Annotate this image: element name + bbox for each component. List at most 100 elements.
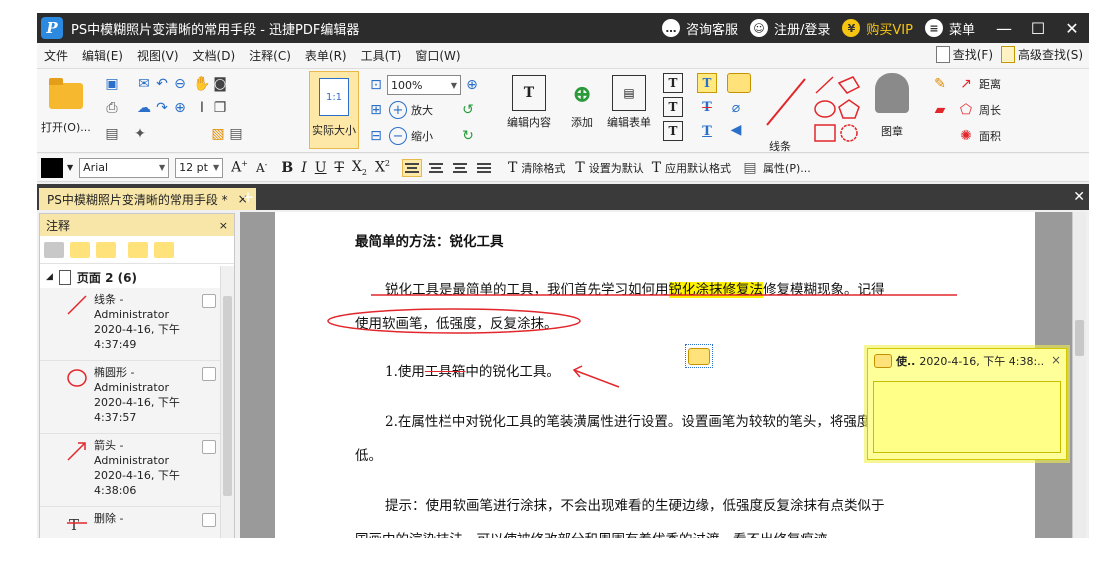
grow-font-icon[interactable]: A+ [231, 159, 248, 176]
text-color-swatch[interactable] [41, 157, 63, 178]
select-text-icon[interactable]: Ⅰ [193, 99, 211, 117]
list-item[interactable]: 椭圆形 - Administrator 2020-4-16, 下午 4:37:5… [40, 361, 220, 434]
menu-file[interactable]: 文件 [37, 47, 75, 64]
close-note-icon[interactable]: × [1051, 353, 1061, 367]
zoom-tool-icon[interactable]: ⊕ [463, 76, 481, 94]
annotation-checkbox[interactable] [202, 513, 216, 527]
undo-icon[interactable]: ↶ [153, 75, 171, 93]
italic-icon[interactable]: I [301, 160, 307, 176]
subscript-icon[interactable]: X2 [352, 159, 367, 177]
properties-button[interactable]: 属性(P)... [763, 160, 811, 176]
doc-props-icon[interactable]: ▤ [227, 125, 245, 143]
maximize-button[interactable]: ☐ [1021, 13, 1055, 43]
stamp-button[interactable]: 图章 [875, 73, 909, 139]
list-item[interactable]: 箭头 - Administrator 2020-4-16, 下午 4:38:06 [40, 434, 220, 507]
cloud-icon[interactable]: ☁ [135, 99, 153, 117]
zoom-level-select[interactable]: 100% ▼ [387, 75, 461, 95]
rectangle-cloud-icons[interactable] [813, 121, 863, 145]
align-justify-icon[interactable] [474, 159, 494, 177]
main-menu-button[interactable]: ≡ 菜单 [924, 19, 975, 38]
arrow-polyline-icons[interactable] [813, 73, 863, 97]
note-next-icon[interactable] [70, 241, 90, 258]
actual-size-button[interactable]: 1:1 实际大小 [309, 71, 359, 149]
color-dropdown-icon[interactable]: ▼ [67, 163, 73, 172]
snapshot-icon[interactable]: ▧ [209, 125, 227, 143]
strike-icon[interactable]: T [335, 160, 344, 176]
document-tab[interactable]: PS中模糊照片变清晰的常用手段 * × [39, 188, 256, 210]
document-scrollbar[interactable] [1072, 212, 1086, 538]
apply-default-icon[interactable]: T [652, 160, 661, 176]
back-icon[interactable]: ⊖ [171, 75, 189, 93]
export-icon[interactable]: ▤ [103, 125, 121, 143]
close-panel-icon[interactable]: × [219, 219, 228, 232]
pencil-icon[interactable]: ✎ [931, 75, 949, 93]
zoom-in-label[interactable]: 放大 [411, 102, 433, 118]
distance-button[interactable]: ↗ 距离 [957, 75, 1001, 93]
mail-icon[interactable]: ✉ [135, 75, 153, 93]
highlight-text-icon[interactable]: T [697, 73, 717, 93]
underline-text-icon[interactable]: T [697, 121, 717, 141]
set-default-icon[interactable]: T [575, 160, 584, 176]
ellipse-annotation[interactable] [327, 308, 581, 334]
annotation-checkbox[interactable] [202, 440, 216, 454]
font-family-select[interactable]: Arial ▼ [79, 157, 170, 178]
superscript-icon[interactable]: X2 [375, 159, 390, 176]
save-icon[interactable]: ▣ [103, 75, 121, 93]
camera-icon[interactable]: ◙ [211, 75, 229, 93]
minimize-button[interactable]: — [987, 13, 1021, 43]
close-window-button[interactable]: ✕ [1055, 13, 1089, 43]
sticky-note-icon[interactable] [727, 73, 751, 93]
underline-icon[interactable]: U [315, 160, 327, 176]
collapse-icon[interactable]: ◢ [46, 272, 53, 282]
align-right-icon[interactable] [450, 159, 470, 177]
shrink-font-icon[interactable]: A- [256, 160, 267, 175]
annotation-checkbox[interactable] [202, 294, 216, 308]
support-button[interactable]: … 咨询客服 [662, 19, 738, 38]
new-tab-icon[interactable]: + [240, 189, 256, 205]
annotations-scrollbar[interactable] [220, 266, 234, 538]
zoom-in-icon[interactable]: + [389, 101, 407, 119]
align-center-icon[interactable] [426, 159, 446, 177]
set-default-button[interactable]: 设置为默认 [589, 160, 644, 176]
open-button[interactable]: 打开(O)... [41, 78, 91, 135]
list-item[interactable]: 线条 - Administrator 2020-4-16, 下午 4:37:49 [40, 288, 220, 361]
page-group[interactable]: ◢ 页面 2 (6) [40, 266, 220, 288]
annotation-checkbox[interactable] [202, 367, 216, 381]
note-popup[interactable]: 使.. 2020-4-16, 下午 4:38:.. × [867, 348, 1067, 460]
menu-view[interactable]: 视图(V) [130, 47, 186, 64]
strikethrough-icon[interactable]: T [697, 97, 717, 117]
menu-window[interactable]: 窗口(W) [408, 47, 467, 64]
menu-tools[interactable]: 工具(T) [354, 47, 409, 64]
print-icon[interactable]: ⎙ [103, 99, 121, 117]
new-doc-icon[interactable]: ✦ [131, 125, 149, 143]
perimeter-button[interactable]: ⬠ 周长 [957, 101, 1001, 119]
note-text-area[interactable] [873, 381, 1061, 453]
sound-icon[interactable]: ◀ [727, 121, 745, 139]
menu-form[interactable]: 表单(R) [298, 47, 354, 64]
filter-icon[interactable] [154, 241, 174, 258]
login-button[interactable]: ☺ 注册/登录 [750, 19, 830, 38]
arrow-annotation[interactable] [573, 369, 620, 388]
redo-icon[interactable]: ↷ [153, 99, 171, 117]
menu-edit[interactable]: 编辑(E) [75, 47, 130, 64]
find-button[interactable]: 查找(F) [935, 46, 993, 63]
list-item[interactable]: T 删除 - [40, 507, 220, 538]
clear-format-icon[interactable]: T [508, 160, 517, 176]
menu-comment[interactable]: 注释(C) [242, 47, 298, 64]
advanced-find-button[interactable]: 高级查找(S) [1001, 46, 1083, 63]
close-all-tabs-icon[interactable]: ✕ [1073, 189, 1085, 205]
clipboard-icon[interactable]: ❐ [211, 99, 229, 117]
note-prev-icon[interactable] [96, 241, 116, 258]
typewriter-icon[interactable]: T [663, 73, 683, 93]
edit-form-button[interactable]: ▤ 编辑表单 [607, 75, 651, 130]
font-size-select[interactable]: 12 pt ▼ [175, 157, 224, 178]
forward-icon[interactable]: ⊕ [171, 99, 189, 117]
apply-default-button[interactable]: 应用默认格式 [665, 160, 731, 176]
buy-vip-button[interactable]: ¥ 购买VIP [842, 19, 913, 38]
rotate-left-icon[interactable]: ↺ [459, 101, 477, 119]
edit-content-button[interactable]: T 编辑内容 [507, 75, 551, 130]
align-left-icon[interactable] [402, 158, 423, 177]
sticky-note-marker[interactable] [685, 344, 713, 368]
area-button[interactable]: ✺ 面积 [957, 127, 1001, 145]
menu-document[interactable]: 文档(D) [186, 47, 243, 64]
